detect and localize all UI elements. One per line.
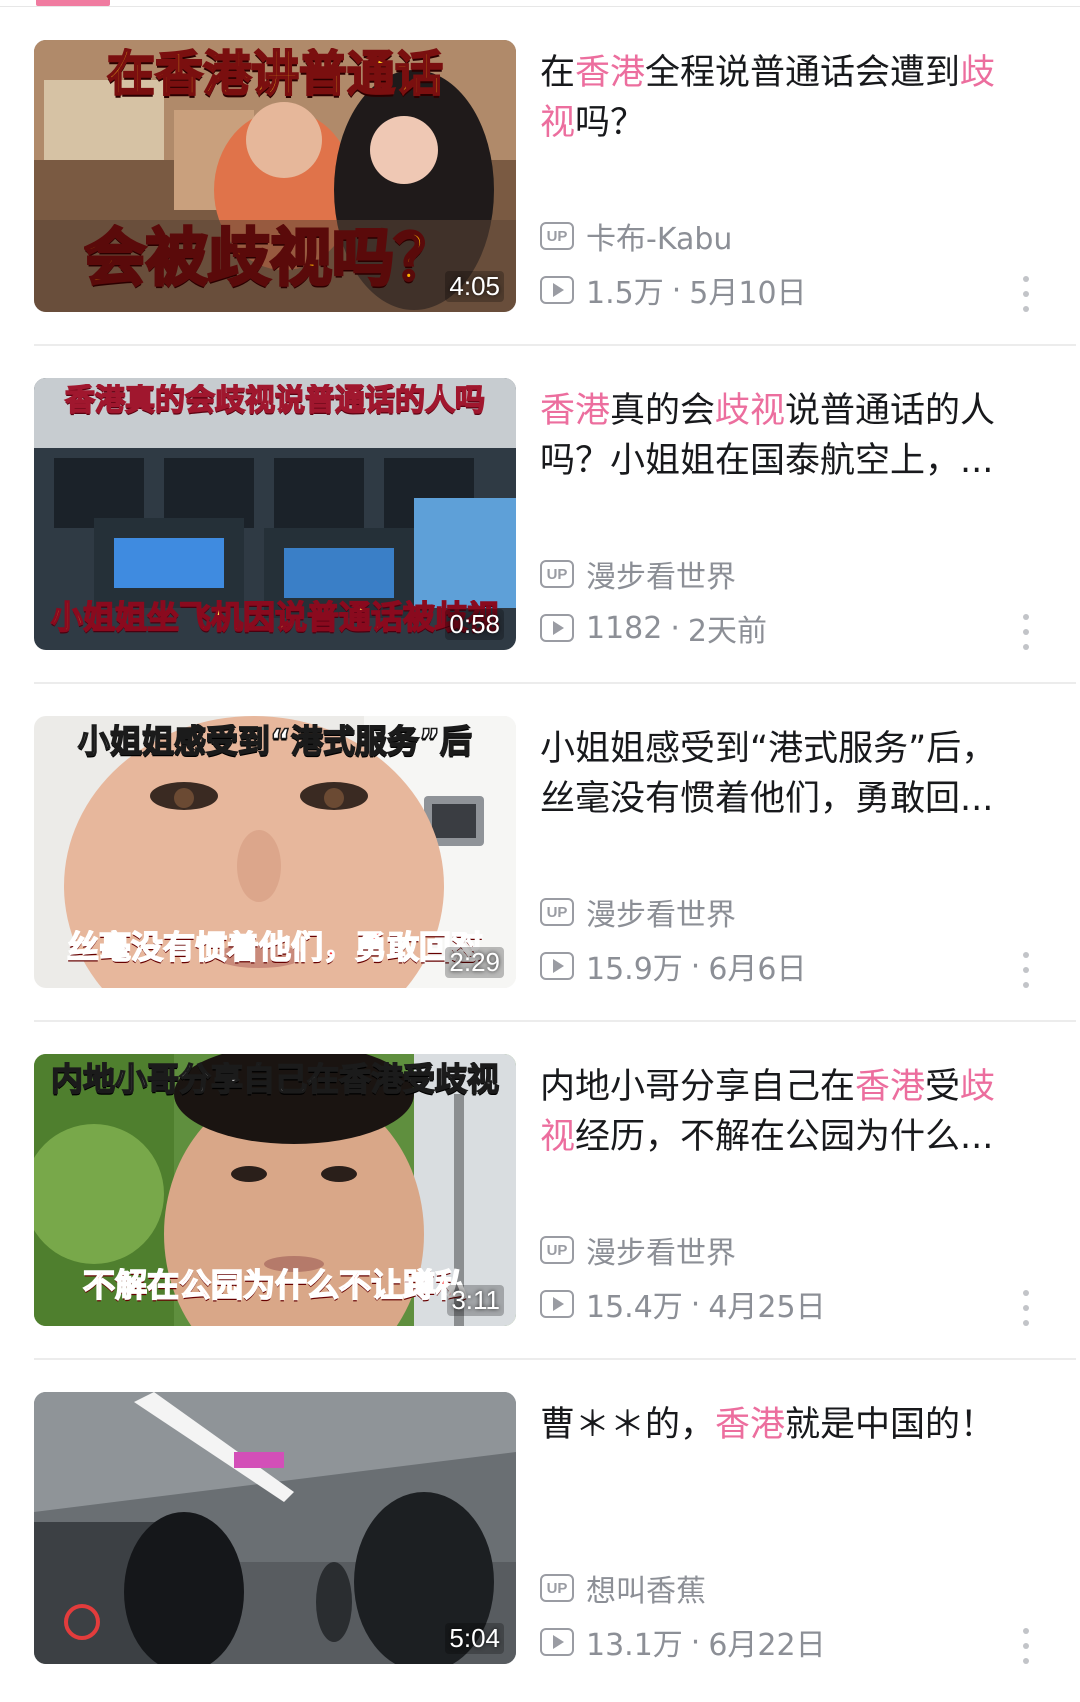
title-highlight: 歧视 bbox=[715, 391, 786, 431]
title-text: 全程说普通话会遭到 bbox=[645, 53, 961, 93]
up-badge-icon: UP bbox=[540, 898, 574, 926]
author-row[interactable]: UP 漫步看世界 bbox=[540, 892, 736, 933]
author-name: 卡布-Kabu bbox=[586, 222, 733, 257]
thumbnail-image bbox=[34, 1392, 516, 1664]
title-highlight: 香港 bbox=[855, 1067, 926, 1107]
meta-separator: · bbox=[690, 1286, 701, 1322]
author-row[interactable]: UP 漫步看世界 bbox=[540, 554, 736, 595]
video-duration: 5:04 bbox=[445, 1623, 504, 1654]
thumbnail-caption-top: 内地小哥分享自己在香港受歧视 bbox=[50, 1062, 500, 1098]
meta-separator: · bbox=[690, 1624, 701, 1660]
title-text: 在 bbox=[540, 53, 576, 93]
up-badge-icon: UP bbox=[540, 1574, 574, 1602]
video-thumbnail[interactable]: 内地小哥分享自己在香港受歧视 不解在公园为什么不让蹲私 3:11 bbox=[34, 1054, 516, 1326]
video-thumbnail[interactable]: 在香港讲普通话 会被歧视吗？ 4:05 bbox=[34, 40, 516, 312]
more-vertical-icon[interactable] bbox=[1018, 1628, 1034, 1664]
video-title[interactable]: 小姐姐感受到“港式服务”后，丝毫没有惯着他们，勇敢回... bbox=[540, 724, 1020, 824]
more-vertical-icon[interactable] bbox=[1018, 952, 1034, 988]
meta-separator: · bbox=[690, 948, 701, 984]
stats-row: 15.4万 · 4月25日 bbox=[540, 1284, 826, 1325]
video-thumbnail[interactable]: 香港真的会歧视说普通话的人吗 小姐姐坐飞机因说普通话被歧视 0:58 bbox=[34, 378, 516, 650]
view-count: 1182 bbox=[586, 610, 663, 646]
video-title[interactable]: 在香港全程说普通话会遭到歧视吗？ bbox=[540, 48, 1020, 148]
thumbnail-caption-top: 在香港讲普通话 bbox=[106, 48, 444, 101]
video-list: 在香港讲普通话 会被歧视吗？ 4:05 在香港全程说普通话会遭到歧视吗？ UP … bbox=[0, 8, 1080, 1698]
view-count: 13.1万 bbox=[586, 1628, 683, 1663]
play-count-icon bbox=[540, 276, 574, 304]
thumbnail-caption-bottom: 不解在公园为什么不让蹲私 bbox=[82, 1268, 468, 1304]
video-title[interactable]: 曹＊＊的，香港就是中国的！ bbox=[540, 1400, 1020, 1450]
title-text: 吗？ bbox=[575, 103, 646, 143]
view-count: 1.5万 bbox=[586, 276, 664, 311]
publish-date: 6月6日 bbox=[708, 952, 807, 987]
up-badge-icon: UP bbox=[540, 560, 574, 588]
author-name: 漫步看世界 bbox=[586, 898, 736, 933]
publish-date: 4月25日 bbox=[708, 1290, 826, 1325]
meta-separator: · bbox=[670, 610, 680, 646]
stats-row: 1.5万 · 5月10日 bbox=[540, 270, 807, 311]
play-count-icon bbox=[540, 952, 574, 980]
more-vertical-icon[interactable] bbox=[1018, 276, 1034, 312]
title-text: 真的会 bbox=[610, 391, 716, 431]
more-vertical-icon[interactable] bbox=[1018, 1290, 1034, 1326]
title-highlight: 香港 bbox=[715, 1405, 786, 1445]
tab-strip-divider bbox=[0, 6, 1080, 7]
view-count: 15.4万 bbox=[586, 1290, 683, 1325]
stats-row: 15.9万 · 6月6日 bbox=[540, 946, 807, 987]
title-text: 经历，不解在公园为什么... bbox=[575, 1117, 994, 1157]
view-count: 15.9万 bbox=[586, 952, 683, 987]
video-card[interactable]: 5:04 曹＊＊的，香港就是中国的！ UP 想叫香蕉 13.1万 · 6月22日 bbox=[0, 1360, 1080, 1698]
up-badge-icon: UP bbox=[540, 1236, 574, 1264]
title-text: 曹＊＊的， bbox=[540, 1405, 716, 1445]
title-highlight: 香港 bbox=[540, 391, 611, 431]
video-duration: 0:58 bbox=[445, 609, 504, 640]
thumbnail-caption-bottom: 小姐姐坐飞机因说普通话被歧视 bbox=[50, 600, 500, 636]
video-title[interactable]: 内地小哥分享自己在香港受歧视经历，不解在公园为什么... bbox=[540, 1062, 1020, 1162]
top-tab-strip bbox=[0, 0, 1080, 8]
publish-date: 2天前 bbox=[687, 614, 767, 649]
thumbnail-caption-top: 香港真的会歧视说普通话的人吗 bbox=[64, 384, 486, 417]
video-duration: 4:05 bbox=[445, 271, 504, 302]
video-thumbnail[interactable]: 5:04 bbox=[34, 1392, 516, 1664]
video-card[interactable]: 在香港讲普通话 会被歧视吗？ 4:05 在香港全程说普通话会遭到歧视吗？ UP … bbox=[0, 8, 1080, 346]
play-count-icon bbox=[540, 1290, 574, 1318]
video-card[interactable]: 香港真的会歧视说普通话的人吗 小姐姐坐飞机因说普通话被歧视 0:58 香港真的会… bbox=[0, 346, 1080, 684]
author-name: 想叫香蕉 bbox=[586, 1574, 706, 1609]
video-duration: 3:11 bbox=[447, 1285, 504, 1316]
title-text: 就是中国的！ bbox=[785, 1405, 996, 1445]
author-row[interactable]: UP 想叫香蕉 bbox=[540, 1568, 706, 1609]
video-title[interactable]: 香港真的会歧视说普通话的人吗？小姐姐在国泰航空上，... bbox=[540, 386, 1020, 486]
author-name: 漫步看世界 bbox=[586, 560, 736, 595]
video-thumbnail[interactable]: 小姐姐感受到“港式服务”后 丝毫没有惯着他们，勇敢回怼 2:29 bbox=[34, 716, 516, 988]
thumbnail-caption-top: 小姐姐感受到“港式服务”后 bbox=[77, 724, 473, 760]
meta-separator: · bbox=[671, 272, 682, 308]
publish-date: 5月10日 bbox=[689, 276, 807, 311]
title-text: 受 bbox=[925, 1067, 961, 1107]
video-card[interactable]: 小姐姐感受到“港式服务”后 丝毫没有惯着他们，勇敢回怼 2:29 小姐姐感受到“… bbox=[0, 684, 1080, 1022]
video-card[interactable]: 内地小哥分享自己在香港受歧视 不解在公园为什么不让蹲私 3:11 内地小哥分享自… bbox=[0, 1022, 1080, 1360]
video-duration: 2:29 bbox=[445, 947, 504, 978]
play-count-icon bbox=[540, 1628, 574, 1656]
title-text: 小姐姐感受到“港式服务”后，丝毫没有惯着他们，勇敢回... bbox=[540, 729, 997, 819]
author-row[interactable]: UP 卡布-Kabu bbox=[540, 216, 733, 257]
title-text: 内地小哥分享自己在 bbox=[540, 1067, 856, 1107]
publish-date: 6月22日 bbox=[708, 1628, 826, 1663]
author-row[interactable]: UP 漫步看世界 bbox=[540, 1230, 736, 1271]
thumbnail-caption-bottom: 丝毫没有惯着他们，勇敢回怼 bbox=[66, 930, 484, 966]
author-name: 漫步看世界 bbox=[586, 1236, 736, 1271]
title-highlight: 香港 bbox=[575, 53, 646, 93]
play-count-icon bbox=[540, 614, 574, 642]
more-vertical-icon[interactable] bbox=[1018, 614, 1034, 650]
stats-row: 1182 · 2天前 bbox=[540, 608, 767, 649]
up-badge-icon: UP bbox=[540, 222, 574, 250]
stats-row: 13.1万 · 6月22日 bbox=[540, 1622, 826, 1663]
